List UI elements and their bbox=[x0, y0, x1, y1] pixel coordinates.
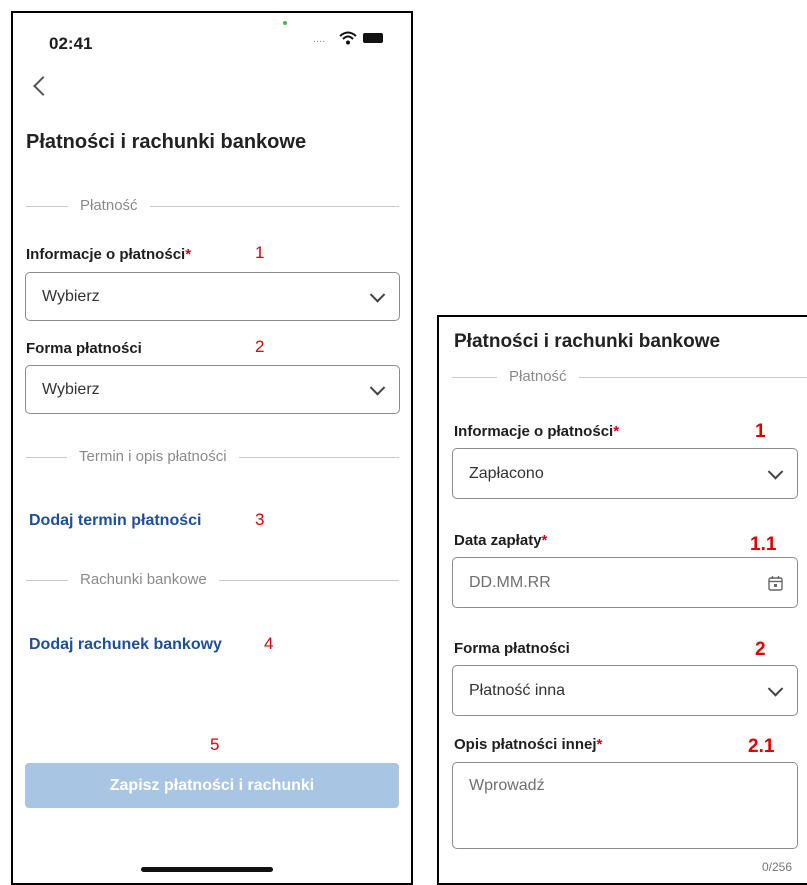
other-desc-textarea[interactable]: Wprowadź bbox=[452, 762, 798, 849]
marker-2: 2 bbox=[755, 639, 766, 660]
payment-info-select[interactable]: Wybierz bbox=[25, 272, 400, 321]
payment-info-value: Zapłacono bbox=[469, 464, 544, 482]
payment-form-value: Wybierz bbox=[42, 380, 100, 398]
chevron-down-icon bbox=[767, 463, 784, 480]
chevron-down-icon bbox=[369, 379, 386, 396]
section-label-accounts: Rachunki bankowe bbox=[68, 571, 219, 588]
other-desc-label: Opis płatności innej* bbox=[454, 736, 603, 753]
status-time: 02:41 bbox=[49, 34, 93, 53]
marker-5: 5 bbox=[210, 735, 220, 754]
required-asterisk: * bbox=[596, 736, 603, 753]
section-label-payment: Płatność bbox=[497, 368, 579, 385]
marker-1: 1 bbox=[255, 243, 265, 262]
payment-info-select[interactable]: Zapłacono bbox=[452, 448, 798, 499]
add-bank-account-link[interactable]: Dodaj rachunek bankowy bbox=[29, 636, 222, 654]
marker-2-1: 2.1 bbox=[748, 736, 775, 757]
payment-date-placeholder: DD.MM.RR bbox=[469, 573, 551, 591]
battery-icon bbox=[363, 33, 383, 43]
marker-1: 1 bbox=[755, 421, 766, 442]
page-title: Płatności i rachunki bankowe bbox=[26, 131, 307, 153]
payment-form-value: Płatność inna bbox=[469, 681, 566, 699]
add-term-link[interactable]: Dodaj termin płatności bbox=[29, 512, 201, 530]
section-label-term: Termin i opis płatności bbox=[67, 448, 239, 465]
signal-icon: .... bbox=[313, 33, 326, 45]
payment-info-value: Wybierz bbox=[42, 287, 100, 305]
payment-date-label: Data zapłaty* bbox=[454, 532, 548, 549]
payment-form-label: Forma płatności bbox=[454, 640, 570, 657]
marker-1-1: 1.1 bbox=[750, 534, 777, 555]
required-asterisk: * bbox=[541, 532, 548, 549]
calendar-icon[interactable] bbox=[768, 575, 783, 591]
chevron-down-icon bbox=[767, 680, 784, 697]
char-counter: 0/256 bbox=[762, 860, 793, 874]
phone-screen-form-empty: 02:41 .... Płatności i rachunki bankowe … bbox=[11, 11, 413, 885]
status-dot bbox=[283, 21, 287, 25]
wifi-icon bbox=[339, 31, 357, 45]
section-label-payment: Płatność bbox=[68, 197, 150, 214]
marker-4: 4 bbox=[264, 634, 274, 653]
page-title: Płatności i rachunki bankowe bbox=[454, 331, 721, 352]
home-indicator bbox=[141, 867, 273, 872]
required-asterisk: * bbox=[613, 423, 620, 440]
payment-form-select[interactable]: Wybierz bbox=[25, 365, 400, 414]
save-button[interactable]: Zapisz płatności i rachunki bbox=[25, 763, 399, 808]
payment-form-select[interactable]: Płatność inna bbox=[452, 665, 798, 716]
back-chevron-icon[interactable] bbox=[33, 76, 53, 96]
chevron-down-icon bbox=[369, 286, 386, 303]
payment-date-input[interactable]: DD.MM.RR bbox=[452, 557, 798, 608]
phone-screen-form-filled: Płatności i rachunki bankowe Płatność In… bbox=[437, 315, 807, 885]
payment-info-label: Informacje o płatności* bbox=[26, 246, 192, 263]
required-asterisk: * bbox=[185, 246, 192, 263]
marker-2: 2 bbox=[255, 337, 265, 356]
marker-3: 3 bbox=[255, 510, 265, 529]
other-desc-placeholder: Wprowadź bbox=[469, 777, 545, 794]
payment-form-label: Forma płatności bbox=[26, 340, 142, 357]
payment-info-label: Informacje o płatności* bbox=[454, 423, 620, 440]
